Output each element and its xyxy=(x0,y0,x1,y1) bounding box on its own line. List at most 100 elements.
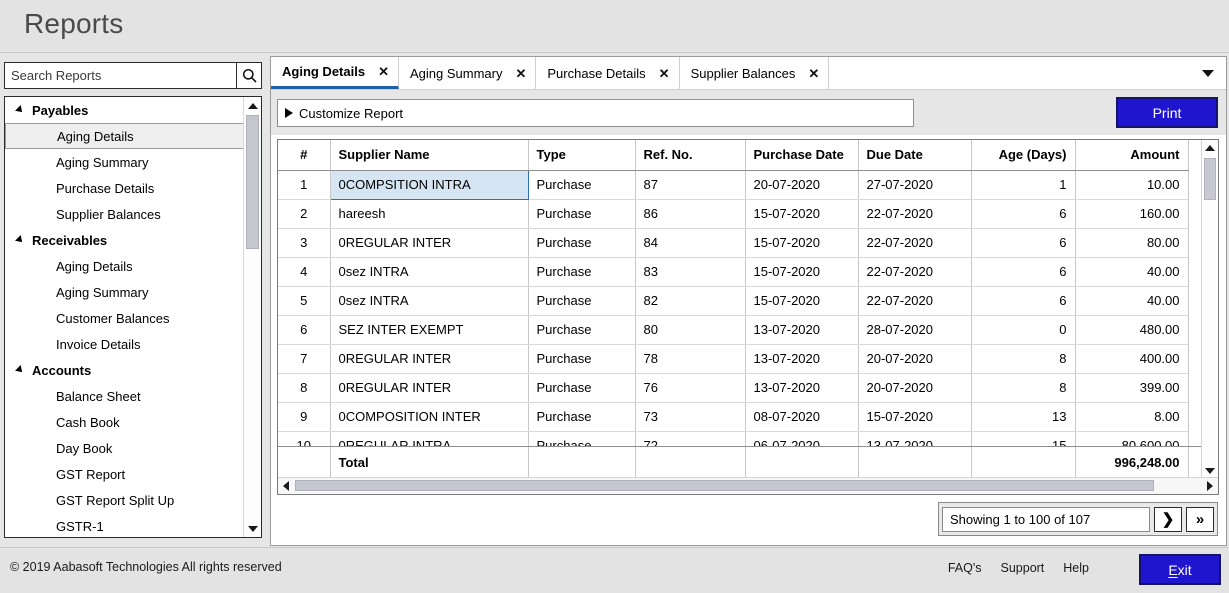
cell-due_date[interactable]: 28-07-2020 xyxy=(858,315,972,345)
table-row[interactable]: 5 0sez INTRA Purchase 82 15-07-2020 22-07-202… xyxy=(278,286,1189,316)
sidebar-item-gst-report[interactable]: GST Report xyxy=(5,461,245,487)
sidebar-item-gst-report-split-up[interactable]: GST Report Split Up xyxy=(5,487,245,513)
sidebar-vertical-scrollbar[interactable] xyxy=(243,97,261,537)
cell-supplier[interactable]: 0COMPSITION INTRA xyxy=(329,169,529,200)
cell-supplier[interactable]: 0COMPOSITION INTER xyxy=(330,402,529,432)
cell-num[interactable]: 6 xyxy=(278,315,331,345)
cell-purchase_date[interactable]: 13-07-2020 xyxy=(745,344,859,374)
table-row[interactable]: 2 hareesh Purchase 86 15-07-2020 22-07-2020 6 1… xyxy=(278,199,1189,229)
cell-ref[interactable]: 80 xyxy=(635,315,746,345)
cell-ref[interactable]: 83 xyxy=(635,257,746,287)
col-header-age[interactable]: Age (Days) xyxy=(971,140,1076,171)
cell-type[interactable]: Purchase xyxy=(528,315,636,345)
cell-age[interactable]: 1 xyxy=(971,170,1076,200)
cell-purchase_date[interactable]: 15-07-2020 xyxy=(745,199,859,229)
footer-link-faq-s[interactable]: FAQ's xyxy=(948,561,982,575)
cell-due_date[interactable]: 15-07-2020 xyxy=(858,402,972,432)
close-icon[interactable]: ✕ xyxy=(378,65,389,78)
cell-due_date[interactable]: 20-07-2020 xyxy=(858,344,972,374)
cell-supplier[interactable]: 0sez INTRA xyxy=(330,257,529,287)
tab-aging-details[interactable]: Aging Details ✕ xyxy=(271,57,399,89)
cell-num[interactable]: 4 xyxy=(278,257,331,287)
cell-purchase_date[interactable]: 13-07-2020 xyxy=(745,315,859,345)
cell-amount[interactable]: 400.00 xyxy=(1075,344,1189,374)
cell-type[interactable]: Purchase xyxy=(528,199,636,229)
cell-ref[interactable]: 87 xyxy=(635,170,746,200)
grid-vertical-scrollbar[interactable] xyxy=(1201,140,1218,479)
cell-supplier[interactable]: hareesh xyxy=(330,199,529,229)
cell-ref[interactable]: 73 xyxy=(635,402,746,432)
cell-purchase_date[interactable]: 15-07-2020 xyxy=(745,286,859,316)
cell-amount[interactable]: 160.00 xyxy=(1075,199,1189,229)
cell-type[interactable]: Purchase xyxy=(528,286,636,316)
scrollbar-thumb[interactable] xyxy=(246,115,259,249)
cell-ref[interactable]: 76 xyxy=(635,373,746,403)
cell-num[interactable]: 7 xyxy=(278,344,331,374)
col-header-num[interactable]: # xyxy=(278,140,331,171)
sidebar-item-supplier-balances[interactable]: Supplier Balances xyxy=(5,201,245,227)
cell-num[interactable]: 3 xyxy=(278,228,331,258)
cell-age[interactable]: 13 xyxy=(971,402,1076,432)
cell-supplier[interactable]: SEZ INTER EXEMPT xyxy=(330,315,529,345)
sidebar-item-purchase-details[interactable]: Purchase Details xyxy=(5,175,245,201)
footer-link-help[interactable]: Help xyxy=(1063,561,1089,575)
cell-num[interactable]: 8 xyxy=(278,373,331,403)
col-header-purchase-date[interactable]: Purchase Date xyxy=(745,140,859,171)
table-row[interactable]: 3 0REGULAR INTER Purchase 84 15-07-2020 22-07… xyxy=(278,228,1189,258)
grid-hscrollbar-thumb[interactable] xyxy=(295,480,1154,491)
cell-amount[interactable]: 8.00 xyxy=(1075,402,1189,432)
cell-age[interactable]: 6 xyxy=(971,228,1076,258)
chevron-down-icon[interactable] xyxy=(1202,69,1214,77)
cell-purchase_date[interactable]: 15-07-2020 xyxy=(745,257,859,287)
sidebar-group-accounts[interactable]: Accounts xyxy=(5,357,245,383)
footer-link-support[interactable]: Support xyxy=(1001,561,1045,575)
cell-due_date[interactable]: 22-07-2020 xyxy=(858,228,972,258)
sidebar-item-invoice-details[interactable]: Invoice Details xyxy=(5,331,245,357)
cell-purchase_date[interactable]: 08-07-2020 xyxy=(745,402,859,432)
exit-button[interactable]: Exit xyxy=(1139,554,1221,585)
table-row[interactable]: 8 0REGULAR INTER Purchase 76 13-07-2020 20-07… xyxy=(278,373,1189,403)
sidebar-item-aging-details[interactable]: Aging Details xyxy=(5,123,245,149)
cell-age[interactable]: 8 xyxy=(971,373,1076,403)
customize-report-toggle[interactable]: Customize Report xyxy=(277,99,914,127)
cell-amount[interactable]: 480.00 xyxy=(1075,315,1189,345)
cell-purchase_date[interactable]: 15-07-2020 xyxy=(745,228,859,258)
col-header-supplier[interactable]: Supplier Name xyxy=(330,140,529,171)
sidebar-item-day-book[interactable]: Day Book xyxy=(5,435,245,461)
cell-num[interactable]: 1 xyxy=(278,170,331,200)
cell-age[interactable]: 8 xyxy=(971,344,1076,374)
cell-due_date[interactable]: 22-07-2020 xyxy=(858,199,972,229)
cell-ref[interactable]: 78 xyxy=(635,344,746,374)
cell-supplier[interactable]: 0REGULAR INTER xyxy=(330,344,529,374)
cell-ref[interactable]: 86 xyxy=(635,199,746,229)
sidebar-item-gstr-1[interactable]: GSTR-1 xyxy=(5,513,245,537)
grid-horizontal-scrollbar[interactable] xyxy=(278,477,1218,494)
cell-due_date[interactable]: 20-07-2020 xyxy=(858,373,972,403)
tab-aging-summary[interactable]: Aging Summary ✕ xyxy=(398,57,537,89)
last-page-button[interactable]: » xyxy=(1186,506,1214,532)
cell-purchase_date[interactable]: 13-07-2020 xyxy=(745,373,859,403)
cell-amount[interactable]: 10.00 xyxy=(1075,170,1189,200)
sidebar-item-aging-summary[interactable]: Aging Summary xyxy=(5,279,245,305)
print-button[interactable]: Print xyxy=(1116,97,1218,128)
cell-num[interactable]: 5 xyxy=(278,286,331,316)
cell-type[interactable]: Purchase xyxy=(528,344,636,374)
tab-purchase-details[interactable]: Purchase Details ✕ xyxy=(536,57,680,89)
cell-due_date[interactable]: 22-07-2020 xyxy=(858,257,972,287)
grid-scroll-left-arrow[interactable] xyxy=(278,478,294,493)
cell-age[interactable]: 6 xyxy=(971,286,1076,316)
tab-supplier-balances[interactable]: Supplier Balances ✕ xyxy=(679,57,830,89)
cell-age[interactable]: 6 xyxy=(971,199,1076,229)
cell-type[interactable]: Purchase xyxy=(528,257,636,287)
col-header-due-date[interactable]: Due Date xyxy=(858,140,972,171)
cell-type[interactable]: Purchase xyxy=(528,373,636,403)
table-row[interactable]: 7 0REGULAR INTER Purchase 78 13-07-2020 20-07… xyxy=(278,344,1189,374)
sidebar-item-aging-summary[interactable]: Aging Summary xyxy=(5,149,245,175)
cell-type[interactable]: Purchase xyxy=(528,402,636,432)
cell-amount[interactable]: 399.00 xyxy=(1075,373,1189,403)
cell-supplier[interactable]: 0sez INTRA xyxy=(330,286,529,316)
cell-supplier[interactable]: 0REGULAR INTER xyxy=(330,373,529,403)
cell-num[interactable]: 2 xyxy=(278,199,331,229)
col-header-type[interactable]: Type xyxy=(528,140,636,171)
cell-supplier[interactable]: 0REGULAR INTER xyxy=(330,228,529,258)
